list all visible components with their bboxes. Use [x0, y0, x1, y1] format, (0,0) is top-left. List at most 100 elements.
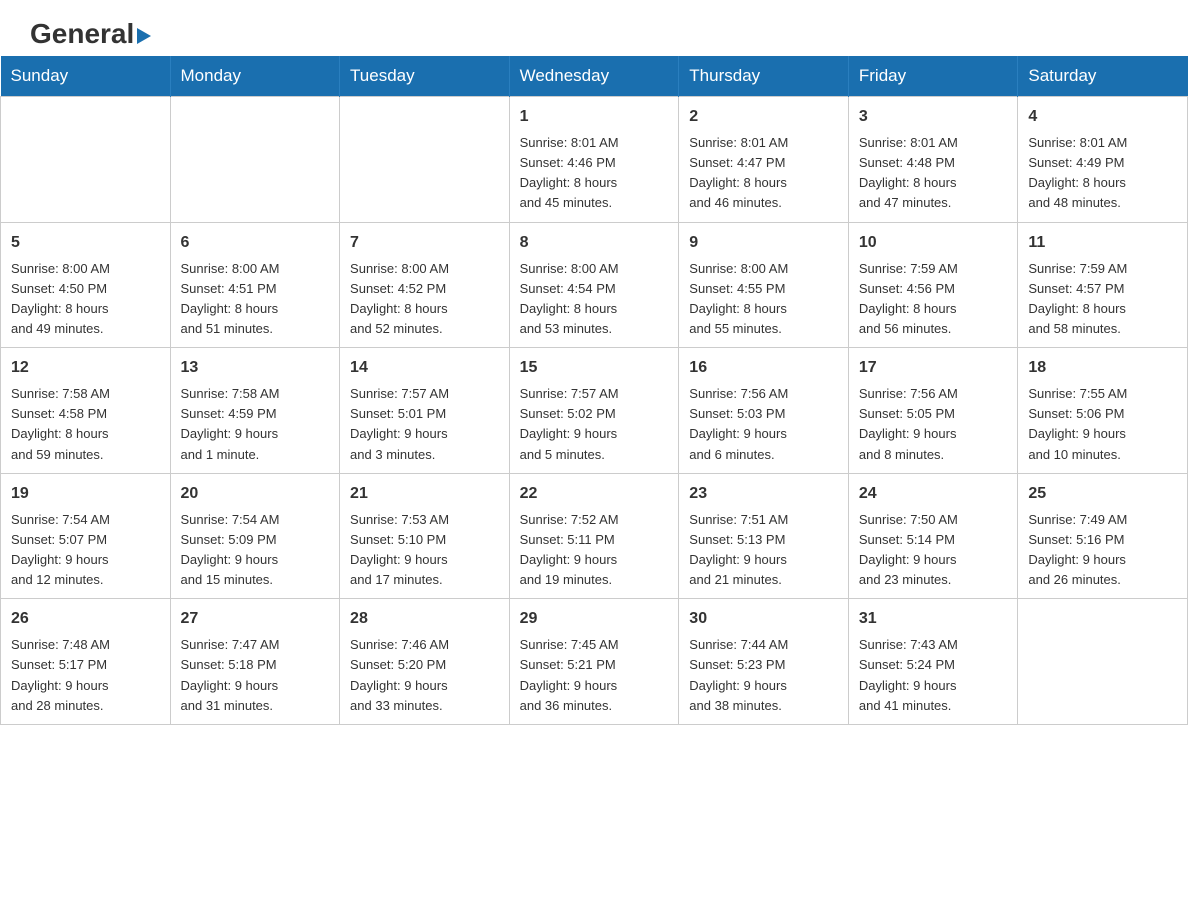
- day-number: 4: [1028, 105, 1177, 129]
- day-number: 5: [11, 231, 160, 255]
- day-number: 3: [859, 105, 1007, 129]
- calendar-cell: 7 Sunrise: 8:00 AM Sunset: 4:52 PM Daylig…: [340, 222, 510, 348]
- calendar-cell: 25 Sunrise: 7:49 AM Sunset: 5:16 PM Dayli…: [1018, 473, 1188, 599]
- day-info: Sunrise: 7:46 AM Sunset: 5:20 PM Dayligh…: [350, 635, 499, 716]
- calendar-cell: 5Sunrise: 8:00 AM Sunset: 4:50 PM Daylig…: [1, 222, 171, 348]
- day-number: 19: [11, 482, 160, 506]
- logo-triangle-icon: [137, 28, 151, 44]
- calendar-cell: [1018, 599, 1188, 725]
- day-number: 24: [859, 482, 1007, 506]
- day-info: Sunrise: 7:59 AM Sunset: 4:56 PM Dayligh…: [859, 259, 1007, 340]
- col-header-wednesday: Wednesday: [509, 56, 679, 97]
- day-info: Sunrise: 7:49 AM Sunset: 5:16 PM Dayligh…: [1028, 510, 1177, 591]
- day-number: 14: [350, 356, 499, 380]
- day-info: Sunrise: 7:47 AM Sunset: 5:18 PM Dayligh…: [181, 635, 330, 716]
- calendar-cell: 12 Sunrise: 7:58 AM Sunset: 4:58 PM Dayli…: [1, 348, 171, 474]
- calendar-week-row: 5Sunrise: 8:00 AM Sunset: 4:50 PM Daylig…: [1, 222, 1188, 348]
- calendar-cell: 21 Sunrise: 7:53 AM Sunset: 5:10 PM Dayli…: [340, 473, 510, 599]
- calendar-header-row: SundayMondayTuesdayWednesdayThursdayFrid…: [1, 56, 1188, 97]
- day-number: 25: [1028, 482, 1177, 506]
- calendar-cell: 3 Sunrise: 8:01 AM Sunset: 4:48 PM Daylig…: [848, 97, 1017, 223]
- day-info: Sunrise: 7:57 AM Sunset: 5:02 PM Dayligh…: [520, 384, 669, 465]
- day-info: Sunrise: 7:44 AM Sunset: 5:23 PM Dayligh…: [689, 635, 838, 716]
- day-info: Sunrise: 8:00 AM Sunset: 4:55 PM Dayligh…: [689, 259, 838, 340]
- day-number: 31: [859, 607, 1007, 631]
- day-number: 16: [689, 356, 838, 380]
- day-info: Sunrise: 7:45 AM Sunset: 5:21 PM Dayligh…: [520, 635, 669, 716]
- day-info: Sunrise: 7:51 AM Sunset: 5:13 PM Dayligh…: [689, 510, 838, 591]
- day-info: Sunrise: 7:58 AM Sunset: 4:58 PM Dayligh…: [11, 384, 160, 465]
- col-header-sunday: Sunday: [1, 56, 171, 97]
- calendar-cell: 20 Sunrise: 7:54 AM Sunset: 5:09 PM Dayli…: [170, 473, 340, 599]
- day-number: 23: [689, 482, 838, 506]
- calendar-cell: 2 Sunrise: 8:01 AM Sunset: 4:47 PM Daylig…: [679, 97, 849, 223]
- calendar-cell: [170, 97, 340, 223]
- day-number: 21: [350, 482, 499, 506]
- calendar-cell: 27 Sunrise: 7:47 AM Sunset: 5:18 PM Dayli…: [170, 599, 340, 725]
- day-info: Sunrise: 8:01 AM Sunset: 4:46 PM Dayligh…: [520, 133, 669, 214]
- day-number: 10: [859, 231, 1007, 255]
- day-number: 26: [11, 607, 160, 631]
- day-number: 6: [181, 231, 330, 255]
- day-info: Sunrise: 8:00 AM Sunset: 4:54 PM Dayligh…: [520, 259, 669, 340]
- calendar-cell: [1, 97, 171, 223]
- day-number: 7: [350, 231, 499, 255]
- day-number: 8: [520, 231, 669, 255]
- calendar-cell: 11 Sunrise: 7:59 AM Sunset: 4:57 PM Dayli…: [1018, 222, 1188, 348]
- day-info: Sunrise: 8:01 AM Sunset: 4:47 PM Dayligh…: [689, 133, 838, 214]
- page-header: General: [0, 0, 1188, 56]
- calendar-cell: 24 Sunrise: 7:50 AM Sunset: 5:14 PM Dayli…: [848, 473, 1017, 599]
- calendar-cell: 14 Sunrise: 7:57 AM Sunset: 5:01 PM Dayli…: [340, 348, 510, 474]
- calendar-cell: 28Sunrise: 7:46 AM Sunset: 5:20 PM Dayli…: [340, 599, 510, 725]
- day-info: Sunrise: 7:50 AM Sunset: 5:14 PM Dayligh…: [859, 510, 1007, 591]
- logo: General: [30, 20, 151, 46]
- day-info: Sunrise: 8:01 AM Sunset: 4:49 PM Dayligh…: [1028, 133, 1177, 214]
- col-header-thursday: Thursday: [679, 56, 849, 97]
- calendar-cell: 17 Sunrise: 7:56 AM Sunset: 5:05 PM Dayli…: [848, 348, 1017, 474]
- day-info: Sunrise: 8:00 AM Sunset: 4:51 PM Dayligh…: [181, 259, 330, 340]
- day-info: Sunrise: 7:59 AM Sunset: 4:57 PM Dayligh…: [1028, 259, 1177, 340]
- day-number: 11: [1028, 231, 1177, 255]
- day-info: Sunrise: 7:52 AM Sunset: 5:11 PM Dayligh…: [520, 510, 669, 591]
- day-info: Sunrise: 7:43 AM Sunset: 5:24 PM Dayligh…: [859, 635, 1007, 716]
- calendar-cell: 23 Sunrise: 7:51 AM Sunset: 5:13 PM Dayli…: [679, 473, 849, 599]
- calendar-cell: 8 Sunrise: 8:00 AM Sunset: 4:54 PM Daylig…: [509, 222, 679, 348]
- day-number: 2: [689, 105, 838, 129]
- day-info: Sunrise: 8:00 AM Sunset: 4:52 PM Dayligh…: [350, 259, 499, 340]
- day-info: Sunrise: 7:56 AM Sunset: 5:05 PM Dayligh…: [859, 384, 1007, 465]
- day-number: 22: [520, 482, 669, 506]
- logo-general: General: [30, 20, 151, 48]
- calendar-cell: 19Sunrise: 7:54 AM Sunset: 5:07 PM Dayli…: [1, 473, 171, 599]
- calendar-cell: 16 Sunrise: 7:56 AM Sunset: 5:03 PM Dayli…: [679, 348, 849, 474]
- day-number: 13: [181, 356, 330, 380]
- calendar-week-row: 1 Sunrise: 8:01 AM Sunset: 4:46 PM Daylig…: [1, 97, 1188, 223]
- day-info: Sunrise: 7:48 AM Sunset: 5:17 PM Dayligh…: [11, 635, 160, 716]
- day-info: Sunrise: 7:54 AM Sunset: 5:09 PM Dayligh…: [181, 510, 330, 591]
- calendar-cell: 18Sunrise: 7:55 AM Sunset: 5:06 PM Dayli…: [1018, 348, 1188, 474]
- day-info: Sunrise: 7:56 AM Sunset: 5:03 PM Dayligh…: [689, 384, 838, 465]
- col-header-tuesday: Tuesday: [340, 56, 510, 97]
- calendar-cell: 22 Sunrise: 7:52 AM Sunset: 5:11 PM Dayli…: [509, 473, 679, 599]
- calendar-cell: 10 Sunrise: 7:59 AM Sunset: 4:56 PM Dayli…: [848, 222, 1017, 348]
- calendar-cell: 13Sunrise: 7:58 AM Sunset: 4:59 PM Dayli…: [170, 348, 340, 474]
- col-header-monday: Monday: [170, 56, 340, 97]
- col-header-saturday: Saturday: [1018, 56, 1188, 97]
- day-number: 27: [181, 607, 330, 631]
- day-info: Sunrise: 8:01 AM Sunset: 4:48 PM Dayligh…: [859, 133, 1007, 214]
- day-number: 15: [520, 356, 669, 380]
- day-number: 18: [1028, 356, 1177, 380]
- day-number: 20: [181, 482, 330, 506]
- calendar-cell: 26 Sunrise: 7:48 AM Sunset: 5:17 PM Dayli…: [1, 599, 171, 725]
- calendar-table: SundayMondayTuesdayWednesdayThursdayFrid…: [0, 56, 1188, 725]
- day-number: 9: [689, 231, 838, 255]
- calendar-cell: 1 Sunrise: 8:01 AM Sunset: 4:46 PM Daylig…: [509, 97, 679, 223]
- calendar-week-row: 26 Sunrise: 7:48 AM Sunset: 5:17 PM Dayli…: [1, 599, 1188, 725]
- day-number: 12: [11, 356, 160, 380]
- day-number: 17: [859, 356, 1007, 380]
- day-info: Sunrise: 7:57 AM Sunset: 5:01 PM Dayligh…: [350, 384, 499, 465]
- day-info: Sunrise: 7:53 AM Sunset: 5:10 PM Dayligh…: [350, 510, 499, 591]
- day-number: 29: [520, 607, 669, 631]
- day-number: 1: [520, 105, 669, 129]
- calendar-cell: 29 Sunrise: 7:45 AM Sunset: 5:21 PM Dayli…: [509, 599, 679, 725]
- calendar-cell: 31 Sunrise: 7:43 AM Sunset: 5:24 PM Dayli…: [848, 599, 1017, 725]
